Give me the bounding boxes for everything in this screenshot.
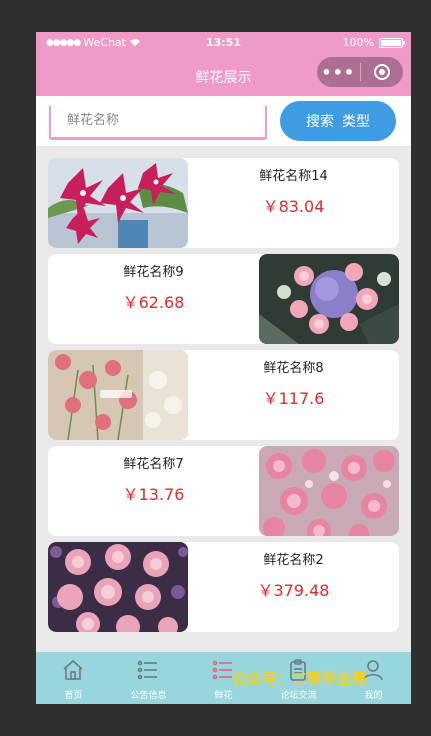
flower-card[interactable]: 鲜花名称2 ￥379.48 (48, 542, 399, 632)
flower-info: 鲜花名称8 ￥117.6 (188, 350, 399, 440)
tab-label: 我的 (364, 691, 383, 701)
flower-name: 鲜花名称8 (263, 361, 324, 376)
type-label: 类型 (342, 114, 370, 130)
flower-card[interactable]: 鲜花名称14 ￥83.04 (48, 158, 399, 248)
bottom-tab-bar: 首页 公告信息 鲜花 论坛交流 我的 公众号：二哥毕业哥 (36, 652, 411, 704)
tab-label: 首页 (64, 691, 83, 701)
flower-image-lilies (48, 158, 188, 248)
flower-price: ￥83.04 (262, 197, 325, 216)
flower-name: 鲜花名称9 (123, 265, 184, 280)
search-label: 搜索 (306, 114, 334, 130)
phone-screen: ●●●●● WeChat 13:51 100% 鲜花展示 ••• 搜索 类型 (36, 32, 411, 704)
search-type-button[interactable]: 搜索 类型 (280, 101, 396, 141)
flower-price: ￥117.6 (262, 389, 325, 408)
battery-percent: 100% (342, 36, 374, 49)
flower-list: 鲜花名称14 ￥83.04 鲜花名称9 ￥62.68 鲜花名称8 ￥117.6 … (36, 146, 411, 652)
flower-card[interactable]: 鲜花名称8 ￥117.6 (48, 350, 399, 440)
search-input[interactable] (51, 106, 265, 134)
flower-info: 鲜花名称7 ￥13.76 (48, 446, 259, 536)
flower-card[interactable]: 鲜花名称9 ￥62.68 (48, 254, 399, 344)
close-button[interactable] (361, 64, 404, 80)
tab-announcements[interactable]: 公告信息 (111, 652, 186, 704)
flower-price: ￥379.48 (257, 581, 330, 600)
tab-label: 鲜花 (214, 691, 233, 701)
flower-image-carnations (48, 350, 188, 440)
list-icon (137, 660, 157, 680)
battery-area: 100% (342, 36, 405, 49)
flower-name: 鲜花名称2 (263, 553, 324, 568)
flower-name: 鲜花名称14 (259, 169, 328, 184)
flower-price: ￥13.76 (122, 485, 185, 504)
tab-home[interactable]: 首页 (36, 652, 111, 704)
tab-label: 公告信息 (130, 691, 167, 701)
more-icon[interactable]: ••• (317, 63, 360, 82)
flower-card[interactable]: 鲜花名称7 ￥13.76 (48, 446, 399, 536)
mini-program-capsule: ••• (317, 57, 403, 87)
home-icon (63, 659, 83, 680)
tab-label: 论坛交流 (280, 691, 317, 701)
battery-icon (379, 37, 405, 48)
flower-image-bouquet (259, 254, 399, 344)
search-field (49, 106, 267, 140)
watermark-text: 公众号：二哥毕业哥 (232, 670, 368, 688)
flower-image-pink-roses (259, 446, 399, 536)
flower-info: 鲜花名称9 ￥62.68 (48, 254, 259, 344)
flower-info: 鲜花名称2 ￥379.48 (188, 542, 399, 632)
close-circle-icon (373, 64, 390, 80)
search-area: 搜索 类型 (36, 96, 411, 146)
navigation-bar: 鲜花展示 ••• (36, 54, 411, 96)
flower-price: ￥62.68 (122, 293, 185, 312)
status-bar: ●●●●● WeChat 13:51 100% (36, 32, 411, 54)
flower-image-roses (48, 542, 188, 632)
flower-name: 鲜花名称7 (123, 457, 184, 472)
flower-info: 鲜花名称14 ￥83.04 (188, 158, 399, 248)
